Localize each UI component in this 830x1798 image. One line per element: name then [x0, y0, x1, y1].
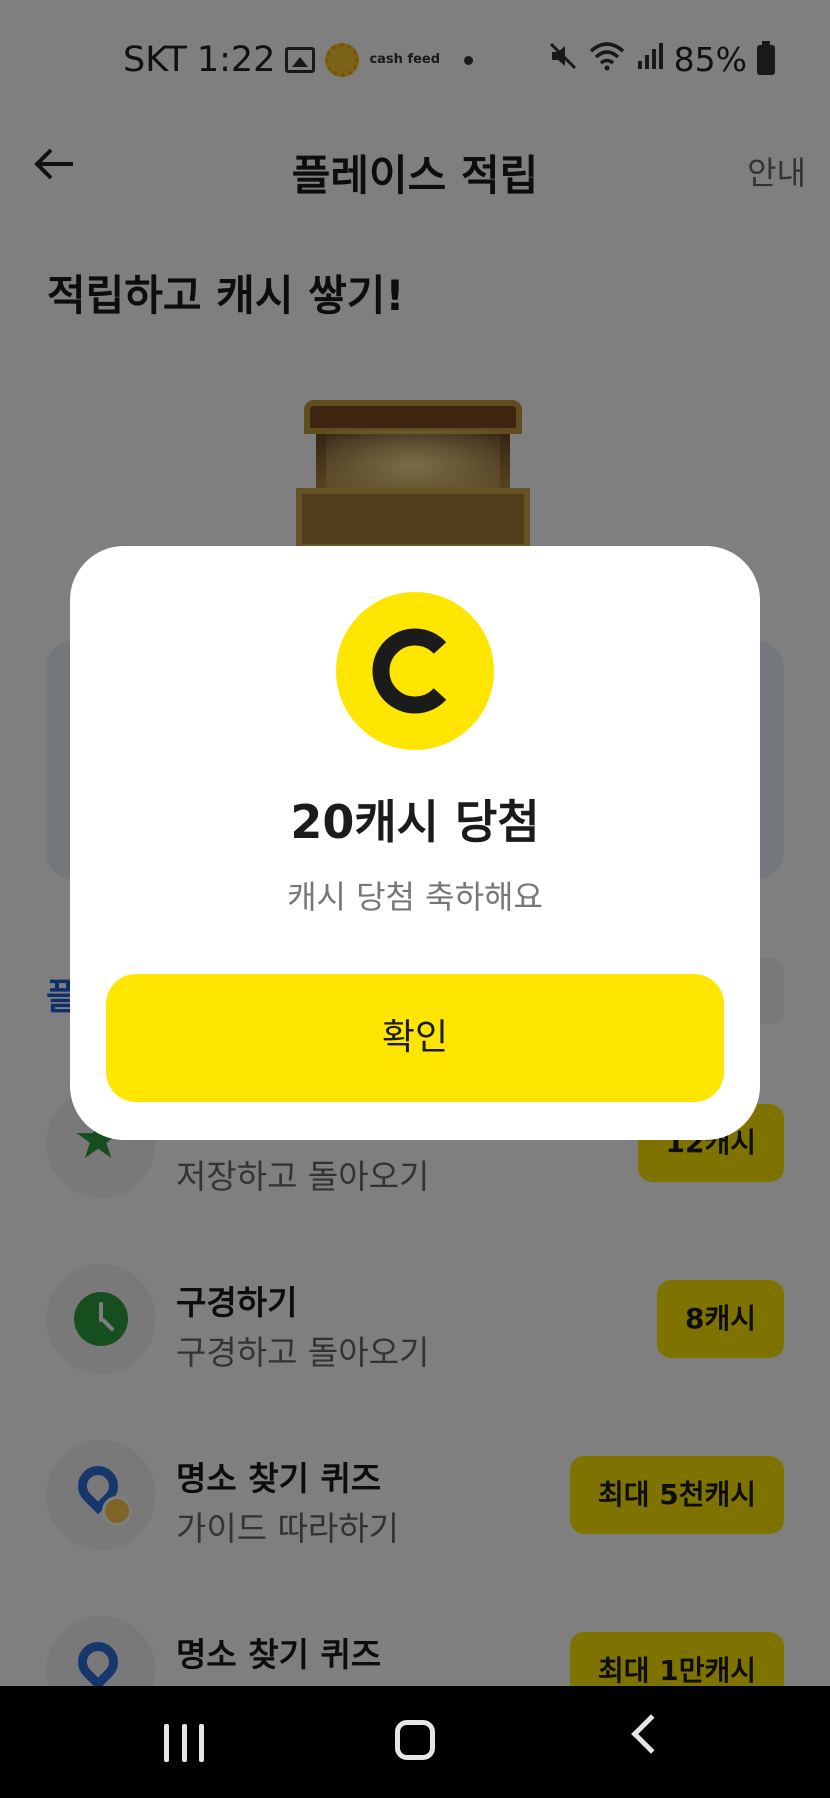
system-nav-bar [0, 1686, 830, 1798]
dialog-message: 캐시 당첨 축하해요 [287, 878, 543, 916]
back-icon[interactable] [631, 1714, 671, 1754]
recents-icon[interactable] [164, 1724, 204, 1762]
confirm-button[interactable]: 확인 [106, 974, 724, 1102]
cash-coin-icon [336, 592, 494, 750]
reward-dialog: 20캐시 당첨 캐시 당첨 축하해요 확인 [70, 546, 760, 1140]
dialog-title: 20캐시 당첨 [290, 795, 540, 849]
home-icon[interactable] [395, 1720, 435, 1760]
